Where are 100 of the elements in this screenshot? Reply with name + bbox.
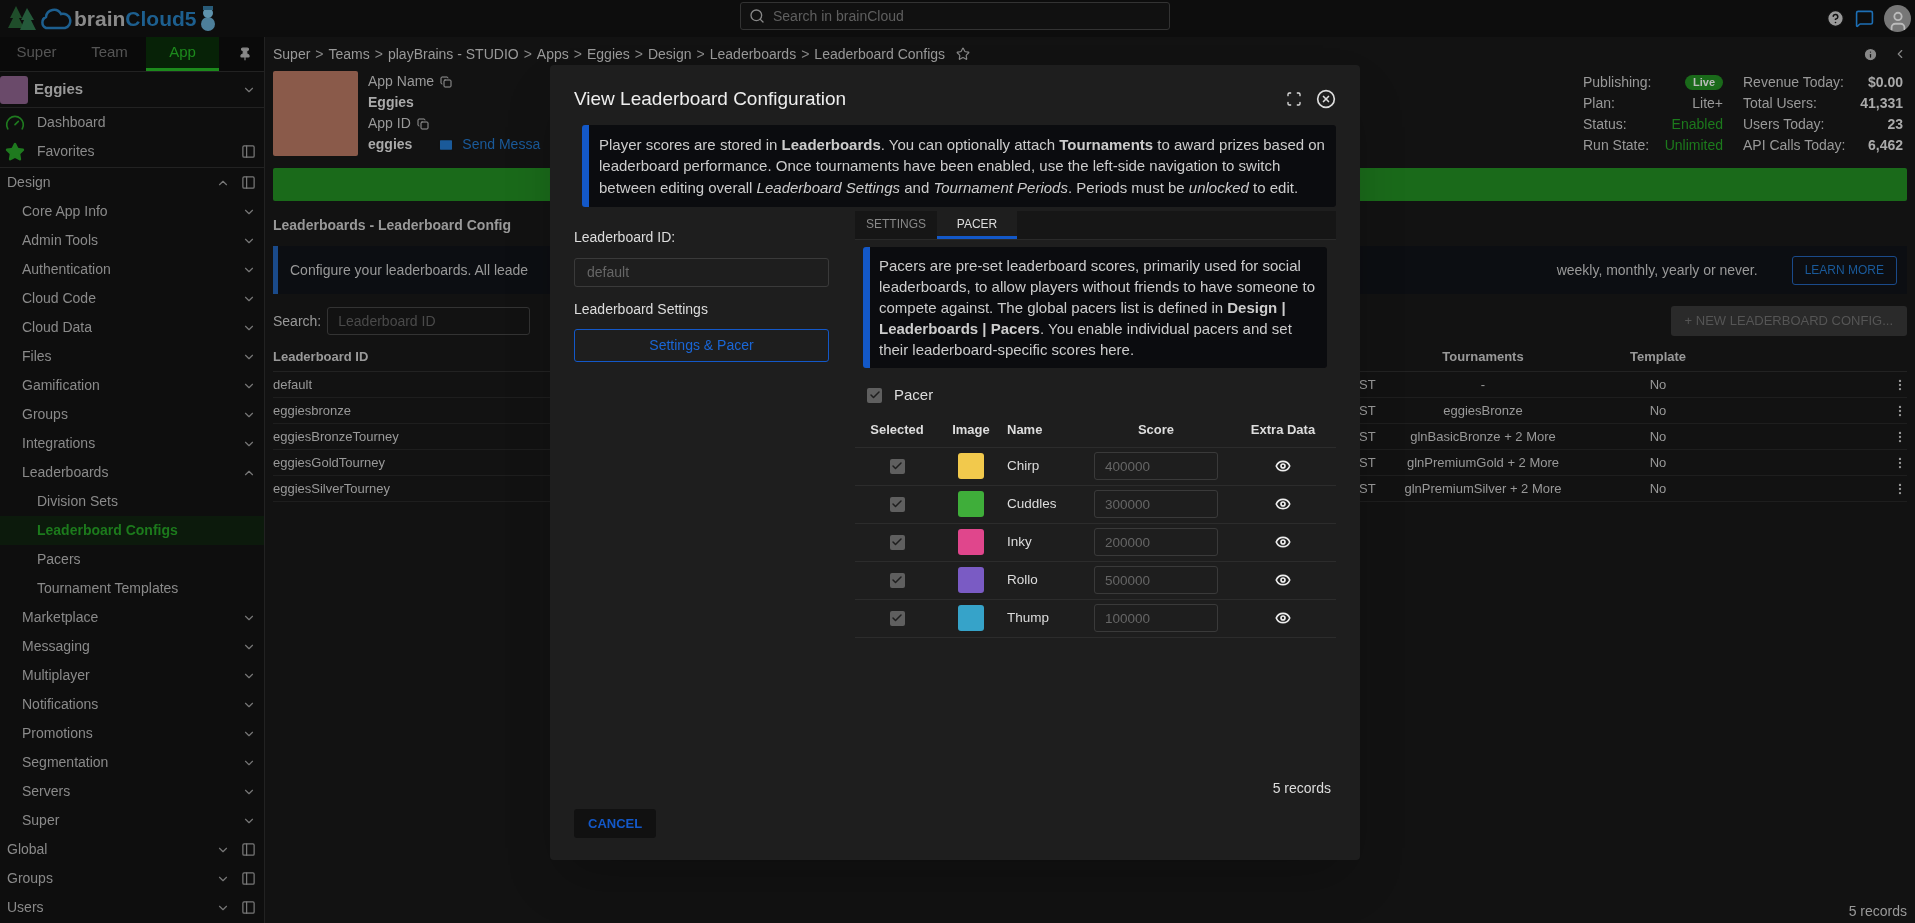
star-icon bbox=[5, 141, 25, 162]
sidebar-item[interactable]: Super bbox=[22, 810, 60, 831]
info-icon[interactable] bbox=[1863, 46, 1878, 62]
pin-icon[interactable] bbox=[238, 47, 252, 61]
search-field[interactable]: Search in brainCloud bbox=[740, 2, 1170, 30]
settings-pacer-button[interactable]: Settings & Pacer bbox=[574, 329, 829, 362]
sidebar-item[interactable]: Global bbox=[7, 839, 48, 860]
checkbox-label: Pacer bbox=[894, 385, 934, 405]
eye-icon[interactable] bbox=[1275, 496, 1291, 512]
app-image-placeholder bbox=[0, 75, 28, 104]
field-label: Leaderboard ID: bbox=[574, 228, 677, 247]
panel-icon[interactable] bbox=[241, 175, 256, 190]
sidebar-item[interactable]: Multiplayer bbox=[22, 665, 90, 686]
row-checkbox[interactable] bbox=[889, 458, 905, 474]
app-id: eggies bbox=[368, 135, 413, 154]
sidebar-item[interactable]: Authentication bbox=[22, 259, 111, 280]
sidebar-item[interactable]: Groups bbox=[22, 404, 68, 425]
breadcrumb-separator: > bbox=[374, 44, 383, 64]
app-name[interactable]: Eggies bbox=[34, 78, 84, 101]
breadcrumb-link[interactable]: Teams bbox=[328, 43, 370, 65]
sidebar-item[interactable]: Servers bbox=[22, 781, 71, 802]
cloud-icon bbox=[38, 7, 72, 30]
sidebar-item[interactable]: Admin Tools bbox=[22, 230, 98, 251]
info-text: Pacers are pre-set leaderboard scores, primarily used for social leaderboards, to allow players without friends to have someone to compete against. The global pacers list is defined in Design | Leaderboards | Pacers. You enable individual pacers and set their leaderboard-specific scores here. bbox=[879, 257, 1316, 358]
table-cell: eggiesGoldTourney bbox=[273, 454, 386, 470]
sidebar-item[interactable]: Dashboard bbox=[37, 112, 106, 133]
modal-tab[interactable]: SETTINGS bbox=[855, 211, 937, 239]
table-cell-text: glnPremiumSilver + 2 More bbox=[1403, 479, 1563, 498]
breadcrumb-link[interactable]: Leaderboard Configs bbox=[814, 43, 946, 65]
sidebar-item[interactable]: Core App Info bbox=[22, 201, 108, 222]
column-header: Score bbox=[1136, 421, 1176, 440]
stat-value: 23 bbox=[1887, 115, 1903, 134]
status-label: Run State: bbox=[1583, 136, 1650, 155]
sidebar-item[interactable]: Cloud Data bbox=[22, 317, 93, 338]
chat-icon[interactable] bbox=[1855, 9, 1874, 28]
sidebar-item[interactable]: Pacers bbox=[37, 549, 81, 570]
status-value: Lite+ bbox=[1692, 94, 1723, 113]
row-checkbox[interactable] bbox=[889, 572, 905, 588]
pacer-name: Thump bbox=[1006, 608, 1051, 627]
avatar[interactable] bbox=[1884, 5, 1911, 32]
breadcrumb-link[interactable]: Super bbox=[273, 43, 311, 65]
logo-text[interactable]: brainCloud5 bbox=[74, 2, 197, 35]
row-checkbox[interactable] bbox=[889, 534, 905, 550]
row-checkbox[interactable] bbox=[889, 610, 905, 626]
snowman-drawing bbox=[198, 4, 217, 33]
breadcrumb-link[interactable]: Leaderboards bbox=[709, 43, 797, 65]
row-checkbox[interactable] bbox=[889, 496, 905, 512]
breadcrumb-link[interactable]: Eggies bbox=[586, 43, 630, 65]
sidebar-item[interactable]: Segmentation bbox=[22, 752, 109, 773]
sidebar-item[interactable]: Groups bbox=[7, 868, 53, 889]
sidebar-item[interactable]: Tournament Templates bbox=[37, 578, 179, 599]
panel-icon[interactable] bbox=[241, 144, 256, 159]
eye-icon[interactable] bbox=[1275, 610, 1291, 626]
field-label: App Name bbox=[368, 72, 435, 91]
panel-icon[interactable] bbox=[241, 842, 256, 857]
table-cell-text: ST bbox=[1359, 453, 1377, 472]
column-header[interactable]: Tournaments bbox=[1373, 346, 1593, 367]
table-cell-text: glnBasicBronze + 2 More bbox=[1409, 427, 1557, 446]
pacer-checkbox[interactable] bbox=[867, 387, 882, 403]
panel-icon[interactable] bbox=[241, 900, 256, 915]
sidebar-item[interactable]: Promotions bbox=[22, 723, 93, 744]
modal-tab[interactable]: PACER bbox=[937, 211, 1017, 239]
panel-icon[interactable] bbox=[241, 871, 256, 886]
breadcrumb-link[interactable]: Design bbox=[647, 43, 692, 65]
breadcrumb-separator: > bbox=[696, 44, 705, 64]
star-icon[interactable] bbox=[956, 47, 971, 61]
table-cell-text: No bbox=[1648, 479, 1668, 498]
copy-icon[interactable] bbox=[440, 75, 453, 88]
sidebar-item[interactable]: Leaderboards bbox=[22, 462, 109, 483]
breadcrumb-link[interactable]: Apps bbox=[536, 43, 569, 65]
column-header[interactable]: Template bbox=[1593, 346, 1723, 367]
status-value: Enabled bbox=[1671, 115, 1723, 134]
stat-value: $0.00 bbox=[1867, 73, 1903, 92]
eye-icon[interactable] bbox=[1275, 572, 1291, 588]
sidebar-item[interactable]: Users bbox=[7, 897, 44, 918]
copy-icon[interactable] bbox=[416, 117, 429, 130]
eye-icon[interactable] bbox=[1275, 458, 1291, 474]
sidebar-item[interactable]: Marketplace bbox=[22, 607, 99, 628]
sidebar-item[interactable]: Gamification bbox=[22, 375, 100, 396]
fullscreen-icon[interactable] bbox=[1286, 91, 1302, 108]
sidebar-item[interactable]: Notifications bbox=[22, 694, 99, 715]
sidebar-tab[interactable]: App bbox=[146, 37, 219, 71]
cancel-button[interactable]: CANCEL bbox=[574, 809, 657, 838]
table-cell-text: ST bbox=[1359, 479, 1377, 498]
banner-text: weekly, monthly, yearly or never. bbox=[1556, 260, 1758, 280]
sidebar-item[interactable]: Division Sets bbox=[37, 491, 118, 512]
sidebar-item[interactable]: Files bbox=[22, 346, 52, 367]
eye-icon[interactable] bbox=[1275, 534, 1291, 550]
record-count: 5 records bbox=[1272, 779, 1331, 798]
stat-label: Users Today: bbox=[1743, 115, 1825, 134]
banner-text: Configure your leaderboards. All leade bbox=[290, 260, 529, 280]
sidebar-item[interactable]: Favorites bbox=[37, 141, 95, 162]
sidebar-item[interactable]: Design bbox=[7, 172, 51, 193]
sidebar-item[interactable]: Cloud Code bbox=[22, 288, 96, 309]
sidebar-item[interactable]: Integrations bbox=[22, 433, 96, 454]
help-icon[interactable] bbox=[1826, 9, 1845, 28]
breadcrumb-link[interactable]: playBrains - STUDIO bbox=[387, 43, 519, 65]
close-icon[interactable] bbox=[1316, 89, 1336, 110]
sidebar-item[interactable]: Messaging bbox=[22, 636, 90, 657]
id-field[interactable]: default bbox=[574, 258, 829, 287]
